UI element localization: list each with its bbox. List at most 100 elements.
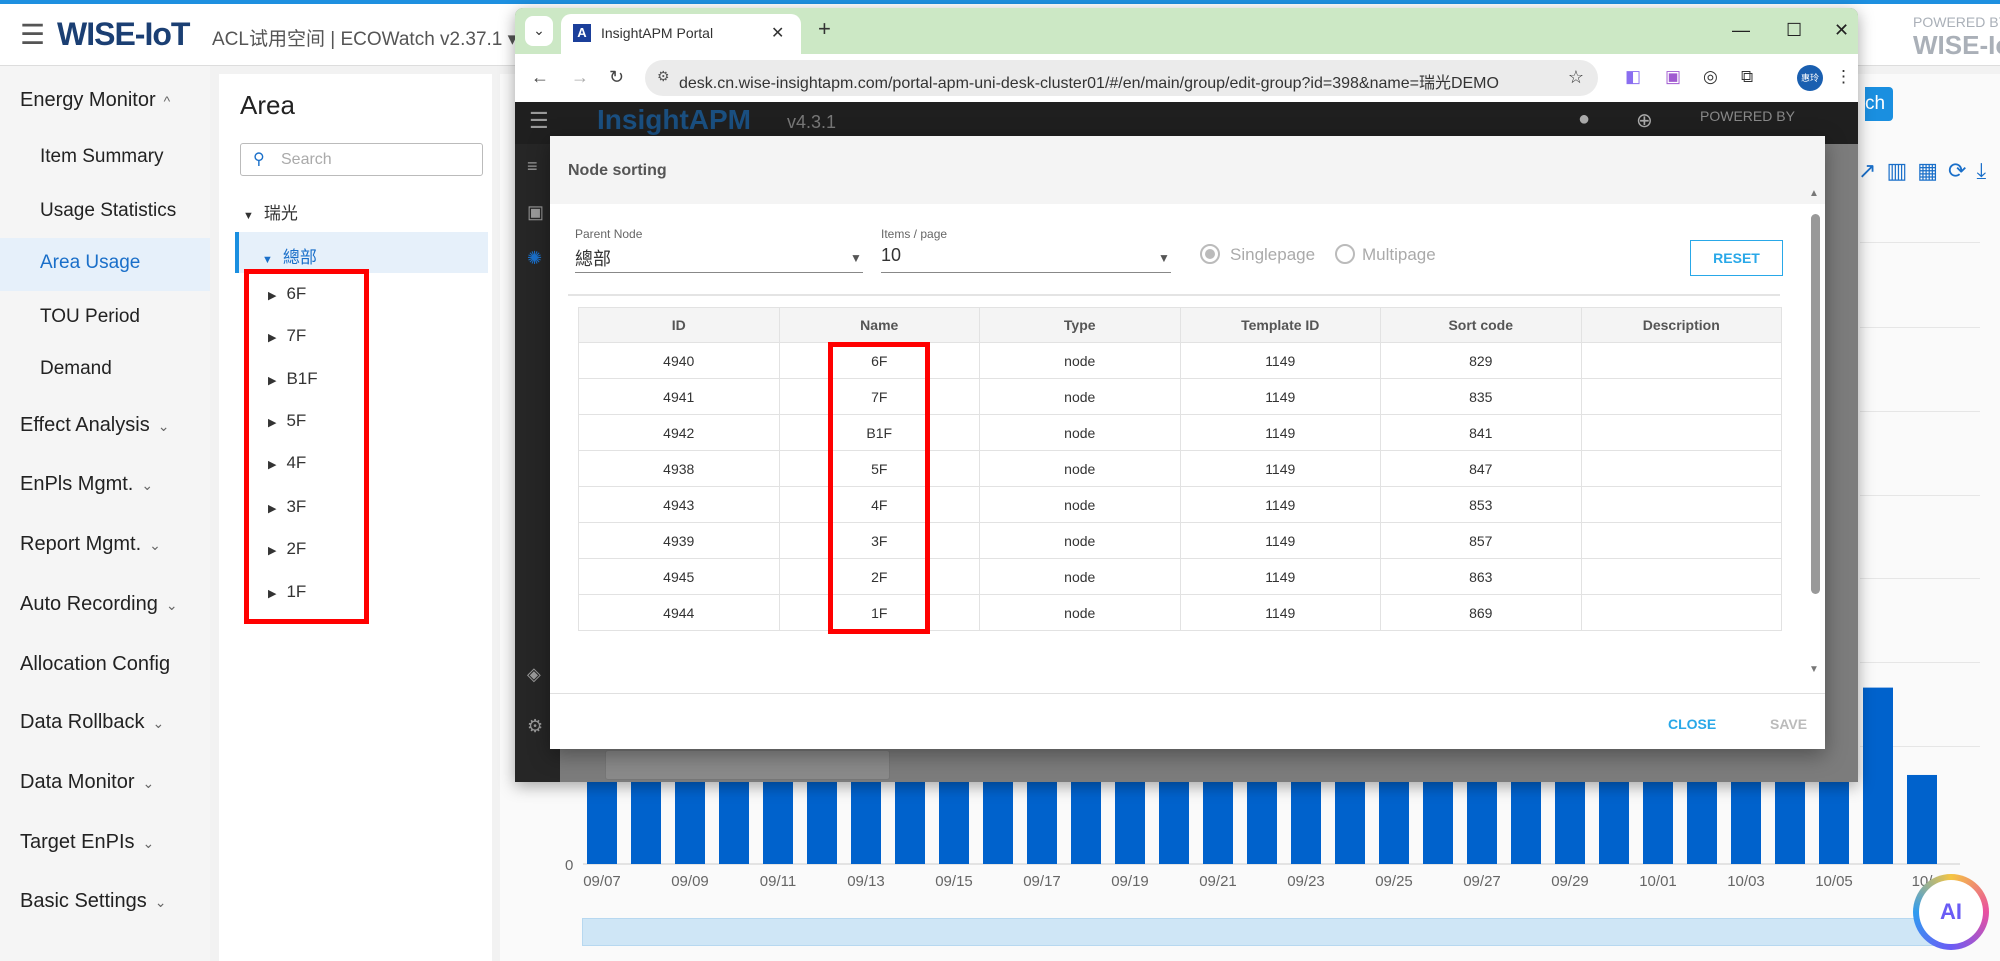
user-icon[interactable]: ●	[1578, 108, 1590, 131]
scroll-down-arrow[interactable]: ▼	[1809, 664, 1819, 675]
table-row[interactable]: 4944 1F node 1149 869	[578, 594, 1782, 631]
items-per-page-select[interactable]: 10	[881, 245, 901, 266]
chip-icon[interactable]: ▣	[527, 202, 544, 223]
table-row[interactable]: 4938 5F node 1149 847	[578, 450, 1782, 487]
table-cell: 4939	[578, 522, 780, 559]
sidebar-item[interactable]: Data Rollback ⌄	[20, 711, 164, 734]
reload-icon[interactable]: ↻	[609, 67, 624, 88]
close-button[interactable]: CLOSE	[1668, 716, 1716, 732]
extension-icon[interactable]: ◧	[1625, 67, 1641, 87]
settings-icon[interactable]: ⚙	[527, 716, 543, 737]
column-header[interactable]: Description	[1580, 307, 1782, 343]
extension-icon[interactable]: ◎	[1703, 67, 1718, 87]
bar-10/06[interactable]	[1863, 687, 1893, 864]
table-row[interactable]: 4942 B1F node 1149 841	[578, 414, 1782, 451]
close-window-button[interactable]: ✕	[1834, 20, 1849, 41]
table-icon[interactable]: ▦	[1917, 158, 1938, 183]
table-cell	[1580, 594, 1782, 631]
column-header[interactable]: Type	[979, 307, 1181, 343]
globe-icon[interactable]: ⊕	[1636, 108, 1653, 133]
table-cell: 4941	[578, 378, 780, 415]
expand-icon[interactable]: ↗	[1858, 158, 1876, 183]
sidebar-item[interactable]: Item Summary	[40, 146, 164, 168]
sidebar-item[interactable]: Area Usage	[40, 252, 140, 274]
table-cell: 1149	[1179, 450, 1381, 487]
table-row[interactable]: 4940 6F node 1149 829	[578, 342, 1782, 379]
scroll-up-arrow[interactable]: ▲	[1809, 188, 1819, 199]
bar-10/07[interactable]	[1907, 774, 1937, 864]
download-icon[interactable]: ⤓	[1976, 158, 1986, 183]
ai-assistant-button[interactable]: AI	[1913, 874, 1989, 950]
multipage-radio[interactable]	[1335, 244, 1355, 264]
table-row[interactable]: 4939 3F node 1149 857	[578, 522, 1782, 559]
bar-chart-icon[interactable]: ▥	[1886, 158, 1907, 183]
refresh-icon[interactable]: ⟳	[1948, 158, 1966, 183]
sidebar-item[interactable]: Report Mgmt. ⌄	[20, 533, 161, 556]
tree-node-group[interactable]: ▼ 總部	[262, 243, 317, 268]
sidebar-item[interactable]: Basic Settings ⌄	[20, 890, 166, 913]
x-tick-label: 09/19	[1111, 873, 1149, 890]
sidebar-item[interactable]: Auto Recording ⌄	[20, 593, 178, 616]
area-search-input[interactable]: ⚲ Search	[240, 143, 483, 176]
url-bar[interactable]: ⚙ desk.cn.wise-insightapm.com/portal-apm-…	[645, 60, 1598, 96]
sidebar-item[interactable]: Data Monitor ⌄	[20, 771, 154, 794]
parent-node-select[interactable]: 總部	[575, 245, 611, 271]
profile-avatar[interactable]: 惠玲	[1797, 65, 1823, 91]
column-header[interactable]: Sort code	[1380, 307, 1582, 343]
sidebar-item[interactable]: Demand	[40, 358, 112, 380]
table-cell: 1149	[1179, 486, 1381, 523]
chart-zoom-slider[interactable]	[582, 918, 1952, 946]
gridline	[1860, 495, 1980, 496]
sidebar-item[interactable]: Target EnPIs ⌄	[20, 831, 154, 854]
menu-icon[interactable]: ☰	[529, 108, 549, 134]
tree-node-root[interactable]: ▼ 瑞光	[243, 199, 298, 224]
sidebar-item[interactable]: EnPls Mgmt. ⌄	[20, 473, 153, 496]
bookmark-star-icon[interactable]: ☆	[1568, 67, 1584, 88]
atom-icon[interactable]: ✺	[527, 248, 542, 269]
site-info-icon[interactable]: ⚙	[657, 68, 670, 85]
annotation-highlight-box	[828, 342, 930, 634]
scrollbar-thumb[interactable]	[1811, 214, 1820, 594]
diamond-icon[interactable]: ◈	[527, 664, 541, 685]
column-header[interactable]: ID	[578, 307, 780, 343]
forward-icon[interactable]: →	[571, 67, 589, 88]
close-tab-icon[interactable]: ✕	[771, 23, 784, 43]
column-header[interactable]: Name	[778, 307, 980, 343]
x-tick-label: 10/03	[1727, 873, 1765, 890]
items-per-page-label: Items / page	[881, 227, 948, 241]
table-cell: 4938	[578, 450, 780, 487]
sidebar-item[interactable]: Effect Analysis ⌄	[20, 414, 169, 437]
dropdown-arrow-icon[interactable]: ▼	[850, 251, 862, 265]
tab-search-button[interactable]: ⌄	[525, 16, 553, 46]
sidebar-item[interactable]: Allocation Config	[20, 653, 170, 676]
save-button[interactable]: SAVE	[1770, 716, 1807, 732]
divider	[568, 294, 1780, 296]
table-cell: node	[979, 414, 1181, 451]
menu-icon[interactable]: ☰	[20, 18, 45, 51]
workspace-selector[interactable]: ACL试用空间 | ECOWatch v2.37.1 ▾	[212, 24, 517, 51]
minimize-button[interactable]: —	[1732, 20, 1750, 41]
calendar-extension-icon[interactable]: ▣	[1665, 67, 1681, 87]
table-cell: 835	[1380, 378, 1582, 415]
reset-button[interactable]: RESET	[1690, 240, 1783, 276]
singlepage-radio[interactable]	[1200, 244, 1220, 264]
search-button[interactable]: ch	[1865, 87, 1893, 121]
sidebar-item[interactable]: Energy Monitor ^	[20, 89, 170, 112]
table-row[interactable]: 4945 2F node 1149 863	[578, 558, 1782, 595]
puzzle-icon[interactable]: ⧉	[1741, 67, 1753, 87]
sidebar-item-label: Usage Statistics	[40, 200, 177, 221]
browser-tab[interactable]: A InsightAPM Portal ✕	[561, 14, 801, 54]
tree-label: 總部	[282, 248, 317, 267]
table-cell: 1149	[1179, 378, 1381, 415]
more-menu-icon[interactable]: ⋮	[1835, 67, 1852, 87]
table-row[interactable]: 4941 7F node 1149 835	[578, 378, 1782, 415]
back-icon[interactable]: ←	[531, 67, 549, 88]
maximize-button[interactable]: ☐	[1786, 20, 1802, 41]
sidebar-item[interactable]: TOU Period	[40, 306, 140, 328]
database-icon[interactable]: ≡	[527, 156, 538, 177]
new-tab-button[interactable]: +	[818, 16, 831, 42]
dropdown-arrow-icon[interactable]: ▼	[1158, 251, 1170, 265]
column-header[interactable]: Template ID	[1179, 307, 1381, 343]
sidebar-item[interactable]: Usage Statistics	[40, 200, 176, 222]
table-row[interactable]: 4943 4F node 1149 853	[578, 486, 1782, 523]
